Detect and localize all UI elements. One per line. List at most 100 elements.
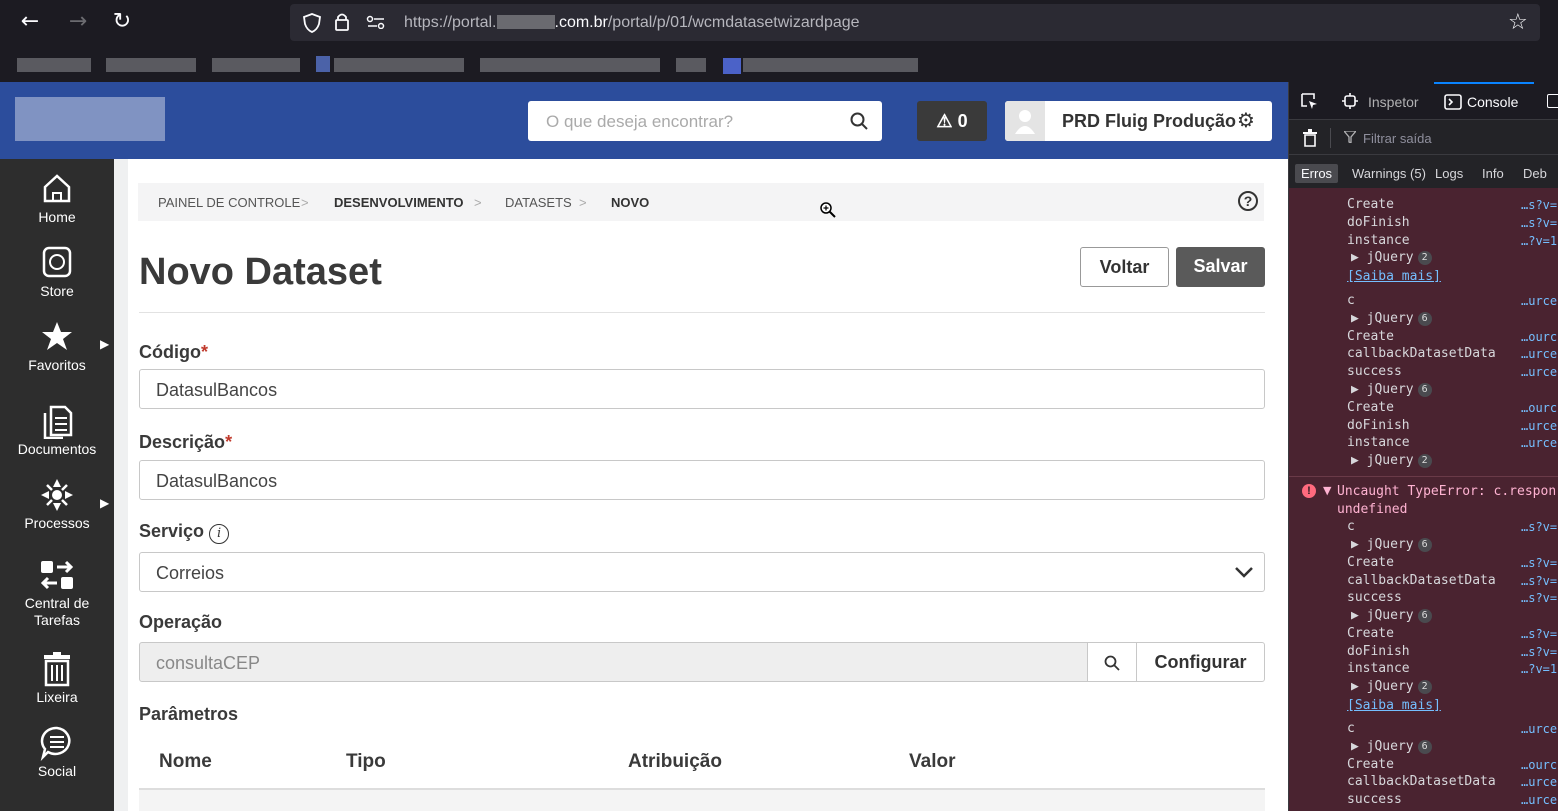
level-debug[interactable]: Deb: [1523, 166, 1547, 181]
stack-link[interactable]: …s?v=: [1521, 574, 1558, 588]
stack-frame: instance: [1347, 233, 1410, 248]
trash-icon[interactable]: [1302, 129, 1318, 147]
sidebar-item-processos[interactable]: Processos: [0, 477, 114, 531]
stack-group[interactable]: ▶ jQuery 2: [1351, 453, 1432, 468]
filter-icon: [1344, 131, 1356, 143]
configurar-button[interactable]: Configurar: [1136, 642, 1265, 682]
filter-input[interactable]: Filtrar saída: [1363, 131, 1432, 146]
info-icon[interactable]: i: [209, 524, 230, 544]
stack-link[interactable]: …urce: [1521, 722, 1558, 736]
stack-frame: instance: [1347, 435, 1410, 450]
operacao-field[interactable]: consultaCEP: [139, 642, 1088, 682]
codigo-field[interactable]: DatasulBancos: [139, 369, 1265, 409]
url-bar[interactable]: https://portal. .com.br/portal/p/01/wcmda…: [290, 4, 1540, 41]
sidebar: Home Store Favoritos ▶ Documentos Proces…: [0, 159, 114, 811]
dataset-panel: PAINEL DE CONTROLE > DESENVOLVIMENTO > D…: [128, 159, 1288, 811]
stack-link[interactable]: …urce: [1521, 775, 1558, 789]
stack-link[interactable]: …s?v=: [1521, 216, 1558, 230]
stack-link[interactable]: …ourc: [1521, 401, 1558, 415]
app-header: O que deseja encontrar? ⚠ 0 PRD Fluig Pr…: [0, 82, 1288, 159]
stack-link[interactable]: …urce: [1521, 793, 1558, 807]
stack-group[interactable]: ▶ jQuery 2: [1351, 250, 1432, 265]
stack-group[interactable]: ▶ jQuery 6: [1351, 382, 1432, 397]
level-warnings[interactable]: Warnings (5): [1352, 166, 1426, 181]
stack-link[interactable]: …s?v=: [1521, 645, 1558, 659]
sidebar-item-label: Documentos: [17, 441, 97, 457]
stack-link[interactable]: …?v=1: [1521, 234, 1558, 248]
servico-select[interactable]: Correios: [139, 552, 1265, 592]
stack-link[interactable]: …urce: [1521, 436, 1558, 450]
page-title: Novo Dataset: [139, 251, 382, 293]
sidebar-item-label: Central de: [24, 595, 90, 611]
back-button[interactable]: Voltar: [1080, 247, 1169, 287]
debugger-icon[interactable]: [1547, 94, 1558, 108]
stack-link[interactable]: …s?v=: [1521, 520, 1558, 534]
stack-link[interactable]: …?v=1: [1521, 662, 1558, 676]
stack-link[interactable]: …urce: [1521, 347, 1558, 361]
breadcrumb-separator: >: [301, 195, 309, 210]
stack-link[interactable]: …urce: [1521, 365, 1558, 379]
devtools-panel: Inspetor Console Filtrar saída Erros War…: [1288, 82, 1558, 811]
sidebar-item-label: Social: [37, 763, 77, 779]
stack-link[interactable]: …urce: [1521, 419, 1558, 433]
stack-group[interactable]: ▶ jQuery 6: [1351, 311, 1432, 326]
search-box[interactable]: O que deseja encontrar?: [528, 101, 882, 141]
operacao-search-button[interactable]: [1087, 642, 1137, 682]
tab-inspector[interactable]: Inspetor: [1368, 94, 1419, 110]
level-logs[interactable]: Logs: [1435, 166, 1463, 181]
stack-link[interactable]: …s?v=: [1521, 627, 1558, 641]
divider: [139, 312, 1265, 313]
breadcrumb-item[interactable]: PAINEL DE CONTROLE: [158, 195, 300, 210]
forward-arrow-icon[interactable]: →: [65, 9, 91, 35]
console-toolbar: Filtrar saída: [1289, 120, 1558, 155]
learn-more-link[interactable]: [Saiba mais]: [1347, 698, 1441, 713]
save-button[interactable]: Salvar: [1176, 247, 1265, 287]
level-info[interactable]: Info: [1482, 166, 1504, 181]
pick-element-icon[interactable]: [1300, 92, 1318, 110]
breadcrumb-item[interactable]: DESENVOLVIMENTO: [334, 195, 464, 210]
back-arrow-icon[interactable]: ←: [17, 9, 43, 35]
stack-link[interactable]: …s?v=: [1521, 591, 1558, 605]
redacted-block: [316, 56, 330, 72]
permissions-icon[interactable]: [366, 15, 386, 29]
redacted-block: [676, 58, 706, 72]
stack-link[interactable]: …ourc: [1521, 758, 1558, 772]
descricao-field[interactable]: DatasulBancos: [139, 460, 1265, 500]
level-errors[interactable]: Erros: [1295, 164, 1339, 183]
reload-icon[interactable]: ↻: [109, 9, 135, 35]
error-message: Uncaught TypeError: c.respon: [1337, 484, 1557, 499]
stack-group[interactable]: ▶ jQuery 6: [1351, 537, 1432, 552]
search-icon[interactable]: [850, 112, 868, 130]
lock-icon: [335, 13, 349, 31]
alerts-button[interactable]: ⚠ 0: [917, 101, 987, 141]
stack-frame: Create: [1347, 329, 1394, 344]
sidebar-item-central-tarefas[interactable]: Central de Tarefas: [0, 557, 114, 629]
expand-triangle-icon[interactable]: ▼: [1323, 484, 1331, 497]
redacted-block: [106, 58, 196, 72]
stack-group[interactable]: ▶ jQuery 2: [1351, 679, 1432, 694]
stack-group[interactable]: ▶ jQuery 6: [1351, 608, 1432, 623]
bookmark-star-icon[interactable]: ☆: [1508, 10, 1528, 35]
tab-console[interactable]: Console: [1434, 82, 1534, 120]
servico-label: Serviço i: [139, 521, 230, 544]
sidebar-item-favoritos[interactable]: Favoritos: [0, 319, 114, 373]
sidebar-item-lixeira[interactable]: Lixeira: [0, 651, 114, 705]
gear-icon: ⚙: [1237, 108, 1255, 132]
user-menu[interactable]: PRD Fluig Produção ⚙: [1005, 101, 1272, 141]
processes-icon: [41, 479, 73, 511]
svg-text:?: ?: [1244, 193, 1253, 209]
stack-link[interactable]: …ourc: [1521, 330, 1558, 344]
stack-link[interactable]: …s?v=: [1521, 556, 1558, 570]
url-path: /portal/p/01/wcmdatasetwizardpage: [607, 14, 860, 31]
sidebar-item-home[interactable]: Home: [0, 171, 114, 225]
breadcrumb: PAINEL DE CONTROLE > DESENVOLVIMENTO > D…: [138, 183, 1264, 221]
sidebar-item-store[interactable]: Store: [0, 245, 114, 299]
learn-more-link[interactable]: [Saiba mais]: [1347, 269, 1441, 284]
breadcrumb-item[interactable]: DATASETS: [505, 195, 572, 210]
help-icon[interactable]: ?: [1237, 190, 1259, 212]
stack-link[interactable]: …s?v=: [1521, 198, 1558, 212]
stack-link[interactable]: …urce: [1521, 294, 1558, 308]
sidebar-item-documentos[interactable]: Documentos: [0, 403, 114, 457]
stack-group[interactable]: ▶ jQuery 6: [1351, 739, 1432, 754]
sidebar-item-social[interactable]: Social: [0, 725, 114, 779]
